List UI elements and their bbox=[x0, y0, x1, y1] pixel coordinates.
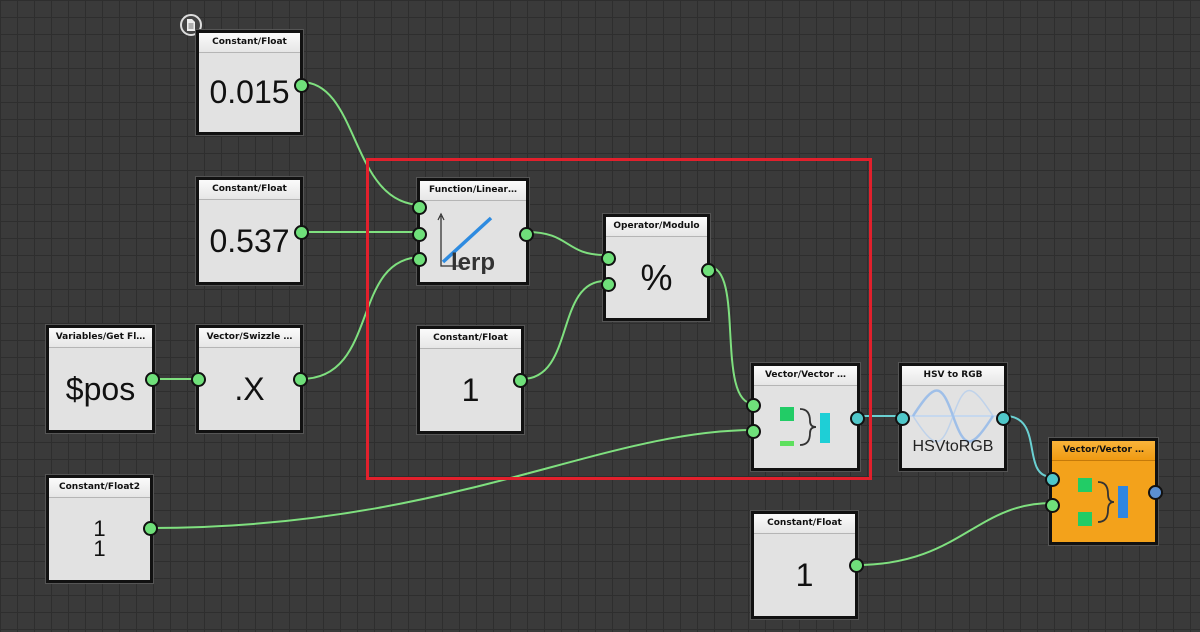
vector-combine-icon bbox=[754, 386, 857, 468]
node-title: Constant/Float2 bbox=[49, 478, 150, 498]
input-port-b[interactable] bbox=[412, 227, 427, 242]
hsv-to-rgb-node[interactable]: HSV to RGB HSVtoRGB bbox=[895, 363, 1011, 471]
wire-const1b-to-vector bbox=[855, 502, 1053, 566]
swizzle-node[interactable]: Vector/Swizzle … .X bbox=[191, 325, 308, 433]
wire-hsv-to-vector bbox=[1004, 415, 1053, 478]
sine-wave-icon: HSVtoRGB bbox=[902, 386, 1004, 468]
output-port[interactable] bbox=[701, 263, 716, 278]
output-port[interactable] bbox=[519, 227, 534, 242]
input-port[interactable] bbox=[895, 411, 910, 426]
node-value: 0.537 bbox=[209, 222, 290, 259]
output-port[interactable] bbox=[143, 521, 158, 536]
node-value-y: 1 bbox=[93, 536, 106, 561]
hsv-label: HSVtoRGB bbox=[912, 438, 994, 455]
node-title: Variables/Get Fl… bbox=[49, 328, 152, 348]
node-title: Constant/Float bbox=[199, 33, 300, 53]
output-port[interactable] bbox=[513, 373, 528, 388]
input-port-a[interactable] bbox=[601, 251, 616, 266]
output-port[interactable] bbox=[294, 225, 309, 240]
constant-float-node[interactable]: Constant/Float 0.015 bbox=[196, 30, 309, 135]
node-title: Vector/Vector … bbox=[754, 366, 857, 386]
output-port[interactable] bbox=[145, 372, 160, 387]
node-title: Constant/Float bbox=[199, 180, 300, 200]
node-title: Function/Linear… bbox=[420, 181, 526, 201]
vector-combine-icon bbox=[1052, 461, 1155, 542]
lerp-node[interactable]: Function/Linear… lerp bbox=[412, 178, 534, 285]
node-value: 0.015 bbox=[209, 74, 290, 110]
lerp-label: lerp bbox=[451, 249, 495, 274]
node-value: $pos bbox=[65, 370, 136, 407]
node-title: Constant/Float bbox=[754, 514, 855, 534]
output-port[interactable] bbox=[996, 411, 1011, 426]
node-title: Vector/Swizzle … bbox=[199, 328, 300, 348]
input-port-a[interactable] bbox=[746, 398, 761, 413]
output-port[interactable] bbox=[849, 558, 864, 573]
output-port[interactable] bbox=[293, 372, 308, 387]
node-title: Operator/Modulo bbox=[606, 217, 707, 237]
constant-float2-node[interactable]: Constant/Float2 1 1 bbox=[46, 475, 158, 583]
node-value: 1 bbox=[461, 371, 480, 408]
input-port-b[interactable] bbox=[1045, 498, 1060, 513]
input-port[interactable] bbox=[191, 372, 206, 387]
node-title: Vector/Vector … bbox=[1052, 441, 1155, 461]
node-value: .X bbox=[234, 370, 265, 407]
output-port[interactable] bbox=[1148, 485, 1163, 500]
output-port[interactable] bbox=[294, 78, 309, 93]
node-value: 1 bbox=[795, 556, 814, 593]
input-port-b[interactable] bbox=[601, 277, 616, 292]
input-port-a[interactable] bbox=[412, 200, 427, 215]
constant-float-node[interactable]: Constant/Float 0.537 bbox=[196, 177, 309, 285]
node-value: % bbox=[640, 256, 673, 298]
input-port-b[interactable] bbox=[746, 424, 761, 439]
node-title: Constant/Float bbox=[420, 329, 521, 349]
get-variable-node[interactable]: Variables/Get Fl… $pos bbox=[46, 325, 160, 433]
node-title: HSV to RGB bbox=[902, 366, 1004, 386]
vector-node-selected[interactable]: Vector/Vector … bbox=[1045, 438, 1163, 545]
constant-float-node[interactable]: Constant/Float 1 bbox=[751, 511, 864, 619]
input-port-a[interactable] bbox=[1045, 472, 1060, 487]
constant-float-node[interactable]: Constant/Float 1 bbox=[417, 326, 528, 434]
modulo-node[interactable]: Operator/Modulo % bbox=[601, 214, 716, 321]
vector-node[interactable]: Vector/Vector … bbox=[746, 363, 865, 471]
lerp-graph-icon: lerp bbox=[420, 201, 526, 282]
input-port-t[interactable] bbox=[412, 252, 427, 267]
output-port[interactable] bbox=[850, 411, 865, 426]
